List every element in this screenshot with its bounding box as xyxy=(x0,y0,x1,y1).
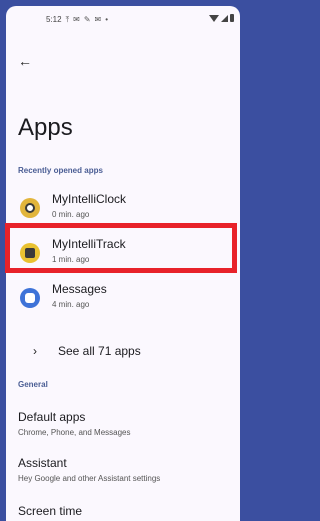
gmail-icon: ✉ xyxy=(94,14,102,24)
app-name: MyIntelliTrack xyxy=(52,237,126,251)
setting-title: Assistant xyxy=(18,456,67,470)
app-time: 1 min. ago xyxy=(52,255,90,264)
status-left: 5:12 ⤒ ✉ ✎ ✉ • xyxy=(46,15,108,24)
status-time: 5:12 xyxy=(46,15,62,24)
status-right xyxy=(209,14,234,22)
app-name: Messages xyxy=(52,282,107,296)
dot-icon: • xyxy=(105,14,109,24)
upload-icon: ⤒ xyxy=(65,14,70,24)
section-general-label: General xyxy=(18,380,48,389)
setting-title: Screen time xyxy=(18,504,83,518)
setting-default-apps[interactable]: Default apps Chrome, Phone, and Messages xyxy=(18,410,238,437)
signal-icon xyxy=(221,14,228,22)
clock-app-icon xyxy=(20,198,40,218)
chevron-right-icon: › xyxy=(33,344,37,358)
arrow-left-icon[interactable]: ← xyxy=(18,53,34,69)
recent-app-row[interactable]: MyIntelliClock 0 min. ago xyxy=(6,188,240,228)
app-time: 0 min. ago xyxy=(52,210,90,219)
app-time: 4 min. ago xyxy=(52,300,90,309)
setting-title: Default apps xyxy=(18,410,86,424)
wrench-icon: ✎ xyxy=(83,14,91,24)
setting-subtitle: Chrome, Phone, and Messages xyxy=(18,428,131,437)
messages-app-icon xyxy=(20,288,40,308)
track-app-icon xyxy=(20,243,40,263)
gmail-icon: ✉ xyxy=(73,14,80,24)
recent-app-row[interactable]: Messages 4 min. ago xyxy=(6,278,240,318)
phone-screen: 5:12 ⤒ ✉ ✎ ✉ • ← Apps Recently opened ap… xyxy=(6,6,240,521)
status-bar: 5:12 ⤒ ✉ ✎ ✉ • xyxy=(6,6,240,32)
setting-subtitle: Hey Google and other Assistant settings xyxy=(18,474,161,483)
app-name: MyIntelliClock xyxy=(52,192,127,206)
page-title: Apps xyxy=(18,114,73,141)
section-recent-label: Recently opened apps xyxy=(18,166,103,175)
battery-icon xyxy=(230,14,234,22)
recent-app-row[interactable]: MyIntelliTrack 1 min. ago xyxy=(6,233,240,273)
setting-screen-time[interactable]: Screen time xyxy=(18,504,238,518)
see-all-apps-link[interactable]: See all 71 apps xyxy=(58,344,141,358)
setting-assistant[interactable]: Assistant Hey Google and other Assistant… xyxy=(18,456,238,483)
wifi-icon xyxy=(209,14,219,22)
